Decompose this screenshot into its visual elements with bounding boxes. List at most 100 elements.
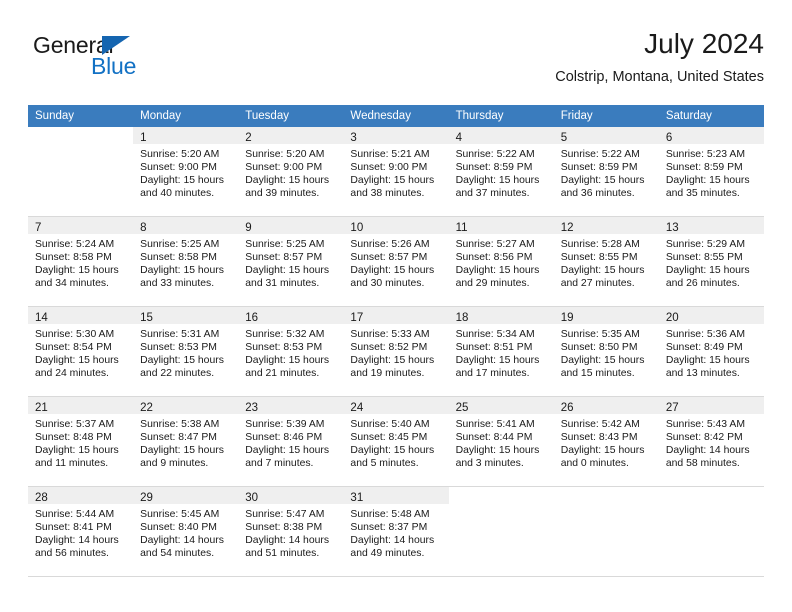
calendar-day-cell[interactable]: 1 Sunrise: 5:20 AM Sunset: 9:00 PM Daylight…: [133, 127, 239, 217]
calendar-day-cell[interactable]: 23 Sunrise: 5:39 AM Sunset: 8:46 PM Dayligh…: [238, 396, 344, 487]
day-number-bar: 16: [238, 307, 344, 324]
daylight-text-line2: and 21 minutes.: [245, 368, 320, 380]
day-number: 21: [35, 402, 48, 414]
logo-text-blue: Blue: [91, 53, 137, 79]
calendar-day-cell[interactable]: 6 Sunrise: 5:23 AM Sunset: 8:59 PM Daylight…: [658, 127, 764, 217]
sunrise-text: Sunrise: 5:28 AM: [560, 239, 640, 250]
daylight-text-line2: and 13 minutes.: [665, 368, 740, 380]
calendar-day-cell[interactable]: 22 Sunrise: 5:38 AM Sunset: 8:47 PM Dayligh…: [133, 396, 239, 487]
calendar-body: 1 Sunrise: 5:20 AM Sunset: 9:00 PM Daylight…: [28, 127, 764, 577]
daylight-text-line2: and 19 minutes.: [350, 368, 425, 380]
day-details: Sunrise: 5:37 AM Sunset: 8:48 PM Daylight:…: [28, 414, 133, 470]
calendar-day-cell[interactable]: 13 Sunrise: 5:29 AM Sunset: 8:55 PM Dayligh…: [658, 216, 764, 307]
day-number: 14: [35, 312, 48, 324]
day-number: 4: [455, 132, 462, 144]
day-details: Sunrise: 5:28 AM Sunset: 8:55 PM Daylight:…: [554, 234, 659, 290]
day-number-bar: 23: [238, 397, 344, 414]
calendar-day-cell[interactable]: 7 Sunrise: 5:24 AM Sunset: 8:58 PM Daylight…: [28, 216, 134, 307]
calendar-day-cell[interactable]: 12 Sunrise: 5:28 AM Sunset: 8:55 PM Dayligh…: [553, 216, 659, 307]
sunrise-text: Sunrise: 5:48 AM: [350, 509, 430, 520]
day-details: Sunrise: 5:35 AM Sunset: 8:50 PM Daylight:…: [554, 324, 659, 380]
location-subtitle: Colstrip, Montana, United States: [555, 69, 764, 86]
day-number-bar: 12: [553, 217, 659, 234]
day-details: Sunrise: 5:48 AM Sunset: 8:37 PM Daylight:…: [343, 504, 448, 560]
calendar-day-cell[interactable]: 31 Sunrise: 5:48 AM Sunset: 8:37 PM Dayligh…: [343, 486, 449, 577]
sunrise-text: Sunrise: 5:45 AM: [140, 509, 220, 520]
day-details: Sunrise: 5:20 AM Sunset: 9:00 PM Daylight:…: [238, 144, 343, 200]
daylight-text-line1: Daylight: 15 hours: [245, 265, 330, 277]
day-number-bar: 1: [133, 127, 239, 144]
daylight-text-line2: and 15 minutes.: [560, 368, 635, 380]
calendar-day-cell[interactable]: 9 Sunrise: 5:25 AM Sunset: 8:57 PM Daylight…: [238, 216, 344, 307]
daylight-text-line2: and 39 minutes.: [245, 188, 320, 200]
calendar-day-cell[interactable]: 15 Sunrise: 5:31 AM Sunset: 8:53 PM Dayligh…: [133, 306, 239, 397]
calendar-day-cell[interactable]: 17 Sunrise: 5:33 AM Sunset: 8:52 PM Dayligh…: [343, 306, 449, 397]
calendar-day-cell[interactable]: 3 Sunrise: 5:21 AM Sunset: 9:00 PM Daylight…: [343, 127, 449, 217]
calendar-day-cell[interactable]: 14 Sunrise: 5:30 AM Sunset: 8:54 PM Dayligh…: [28, 306, 134, 397]
daylight-text-line1: Daylight: 15 hours: [140, 445, 224, 457]
daylight-text-line1: Daylight: 15 hours: [560, 175, 645, 187]
calendar-week-row: 28 Sunrise: 5:44 AM Sunset: 8:41 PM Dayligh…: [28, 486, 764, 577]
calendar-day-cell[interactable]: 28 Sunrise: 5:44 AM Sunset: 8:41 PM Dayligh…: [28, 486, 134, 577]
daylight-text-line1: Daylight: 15 hours: [350, 175, 435, 187]
day-number: 18: [455, 312, 469, 324]
calendar-day-cell[interactable]: 25 Sunrise: 5:41 AM Sunset: 8:44 PM Dayligh…: [448, 396, 554, 487]
daylight-text-line1: Daylight: 15 hours: [455, 265, 540, 277]
daylight-text-line2: and 17 minutes.: [455, 368, 530, 380]
calendar-day-cell[interactable]: 16 Sunrise: 5:32 AM Sunset: 8:53 PM Dayligh…: [238, 306, 344, 397]
day-details: Sunrise: 5:29 AM Sunset: 8:55 PM Daylight:…: [659, 234, 764, 290]
day-number: 28: [35, 492, 48, 504]
day-details: Sunrise: 5:23 AM Sunset: 8:59 PM Daylight:…: [659, 144, 764, 200]
day-details: Sunrise: 5:25 AM Sunset: 8:58 PM Daylight:…: [133, 234, 238, 290]
day-number: 24: [350, 402, 364, 414]
calendar-day-cell[interactable]: 11 Sunrise: 5:27 AM Sunset: 8:56 PM Dayligh…: [448, 216, 554, 307]
weekday-header-sunday: Sunday: [28, 105, 134, 127]
calendar-week-row: 21 Sunrise: 5:37 AM Sunset: 8:48 PM Dayligh…: [28, 396, 764, 487]
calendar-day-cell[interactable]: 5 Sunrise: 5:22 AM Sunset: 8:59 PM Daylight…: [553, 127, 659, 217]
calendar-day-cell[interactable]: 20 Sunrise: 5:36 AM Sunset: 8:49 PM Dayligh…: [658, 306, 764, 397]
calendar-day-cell[interactable]: 29 Sunrise: 5:45 AM Sunset: 8:40 PM Dayligh…: [133, 486, 239, 577]
weekday-header-monday: Monday: [133, 105, 239, 127]
daylight-text-line1: Daylight: 15 hours: [140, 265, 224, 277]
day-number-bar: 25: [448, 397, 554, 414]
day-number-bar: 26: [553, 397, 659, 414]
day-number-bar: 22: [133, 397, 239, 414]
day-details: Sunrise: 5:31 AM Sunset: 8:53 PM Daylight:…: [133, 324, 238, 380]
sunrise-text: Sunrise: 5:22 AM: [455, 149, 535, 160]
sunset-text: Sunset: 8:59 PM: [455, 162, 533, 174]
sunset-text: Sunset: 8:57 PM: [350, 252, 428, 264]
day-details: Sunrise: 5:33 AM Sunset: 8:52 PM Daylight:…: [343, 324, 448, 380]
calendar-day-cell[interactable]: 19 Sunrise: 5:35 AM Sunset: 8:50 PM Dayligh…: [553, 306, 659, 397]
daylight-text-line2: and 22 minutes.: [140, 368, 215, 380]
calendar-day-cell[interactable]: 30 Sunrise: 5:47 AM Sunset: 8:38 PM Dayligh…: [238, 486, 344, 577]
calendar-day-cell[interactable]: 10 Sunrise: 5:26 AM Sunset: 8:57 PM Dayligh…: [343, 216, 449, 307]
calendar-day-cell[interactable]: 8 Sunrise: 5:25 AM Sunset: 8:58 PM Daylight…: [133, 216, 239, 307]
sunrise-text: Sunrise: 5:42 AM: [560, 419, 640, 430]
calendar-day-cell[interactable]: 4 Sunrise: 5:22 AM Sunset: 8:59 PM Daylight…: [448, 127, 554, 217]
sunrise-text: Sunrise: 5:20 AM: [140, 149, 220, 160]
day-details: Sunrise: 5:45 AM Sunset: 8:40 PM Daylight:…: [133, 504, 238, 560]
calendar-day-cell[interactable]: 18 Sunrise: 5:34 AM Sunset: 8:51 PM Dayligh…: [448, 306, 554, 397]
day-number: 31: [350, 492, 364, 504]
sunset-text: Sunset: 9:00 PM: [350, 162, 428, 174]
day-number-bar: 15: [133, 307, 239, 324]
calendar-day-cell[interactable]: 24 Sunrise: 5:40 AM Sunset: 8:45 PM Dayligh…: [343, 396, 449, 487]
daylight-text-line2: and 58 minutes.: [665, 458, 740, 470]
title-block: July 2024 Colstrip, Montana, United Stat…: [555, 28, 764, 85]
sunset-text: Sunset: 8:47 PM: [140, 432, 217, 444]
day-number: 19: [560, 312, 574, 324]
calendar-day-cell[interactable]: 26 Sunrise: 5:42 AM Sunset: 8:43 PM Dayligh…: [553, 396, 659, 487]
calendar-day-cell[interactable]: 2 Sunrise: 5:20 AM Sunset: 9:00 PM Daylight…: [238, 127, 344, 217]
daylight-text-line2: and 5 minutes.: [350, 458, 419, 470]
daylight-text-line1: Daylight: 14 hours: [35, 535, 119, 547]
day-details: Sunrise: 5:34 AM Sunset: 8:51 PM Daylight:…: [449, 324, 554, 380]
day-number: 17: [350, 312, 364, 324]
daylight-text-line1: Daylight: 15 hours: [455, 175, 540, 187]
calendar-day-cell[interactable]: 27 Sunrise: 5:43 AM Sunset: 8:42 PM Dayligh…: [658, 396, 764, 487]
daylight-text-line1: Daylight: 15 hours: [560, 265, 645, 277]
calendar-day-cell[interactable]: 21 Sunrise: 5:37 AM Sunset: 8:48 PM Dayligh…: [28, 396, 134, 487]
day-details: Sunrise: 5:44 AM Sunset: 8:41 PM Daylight:…: [28, 504, 133, 560]
sunset-text: Sunset: 8:53 PM: [140, 342, 217, 354]
day-number: 22: [140, 402, 153, 414]
day-number-bar: 19: [553, 307, 659, 324]
